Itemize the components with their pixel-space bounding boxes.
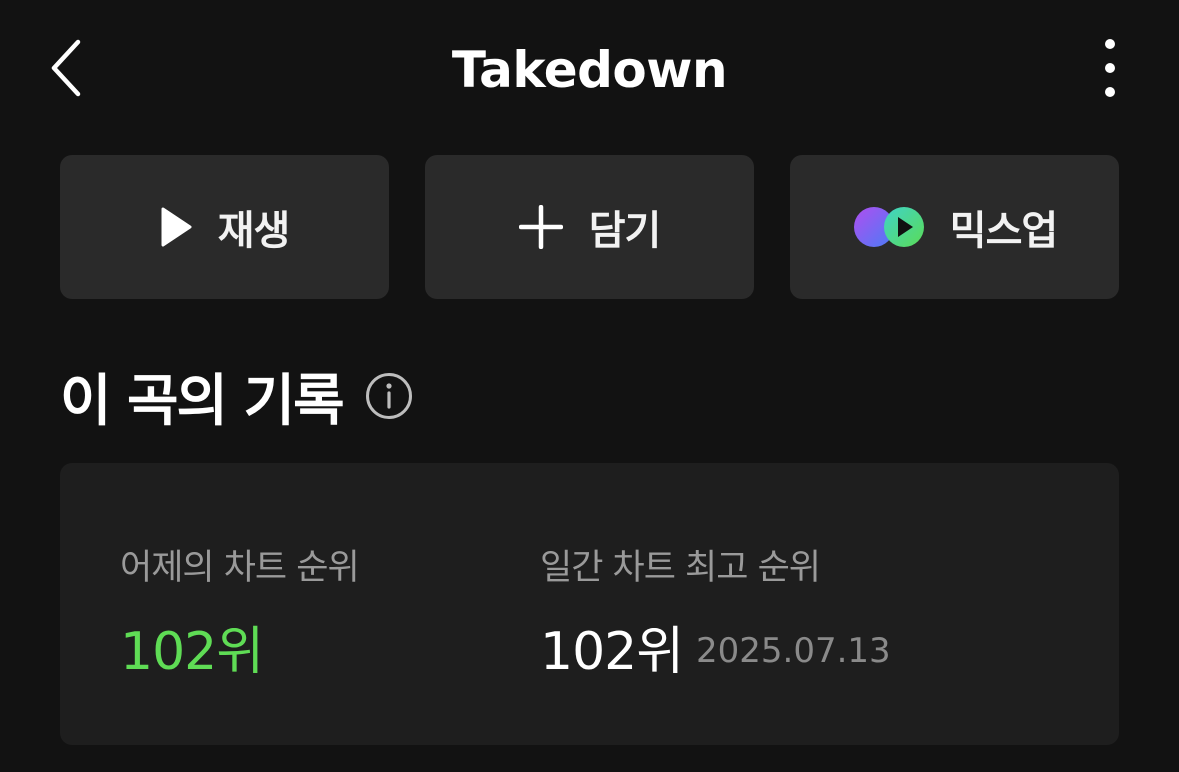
more-vertical-icon bbox=[1105, 39, 1115, 97]
mixup-button-label: 믹스업 bbox=[949, 208, 1058, 254]
section-title: 이 곡의 기록 bbox=[60, 368, 345, 434]
mixup-button[interactable]: 믹스업 bbox=[790, 155, 1119, 299]
action-buttons: 재생 담기 믹스업 bbox=[60, 155, 1119, 299]
page-title: Takedown bbox=[451, 41, 728, 99]
best-daily-rank-label: 일간 차트 최고 순위 bbox=[540, 548, 821, 588]
song-record-heading: 이 곡의 기록 bbox=[60, 356, 413, 436]
mixup-icon bbox=[853, 207, 924, 247]
add-to-playlist-button[interactable]: 담기 bbox=[425, 155, 754, 299]
chart-record-card: 어제의 차트 순위 102위 일간 차트 최고 순위 102위 2025.07.… bbox=[60, 463, 1119, 745]
play-button-label: 재생 bbox=[217, 208, 291, 254]
info-icon bbox=[365, 373, 412, 419]
info-button[interactable] bbox=[365, 372, 413, 420]
song-detail-page: Takedown 재생 담기 믹스업 이 곡의 기록 어제의 차트 순위 102… bbox=[0, 0, 1179, 772]
yesterday-rank-value: 102위 bbox=[120, 622, 264, 682]
plus-icon bbox=[518, 205, 563, 249]
add-button-label: 담기 bbox=[588, 208, 662, 254]
yesterday-rank-label: 어제의 차트 순위 bbox=[120, 548, 360, 588]
play-icon bbox=[161, 207, 192, 247]
best-rank-date: 2025.07.13 bbox=[696, 631, 891, 671]
best-daily-rank-value: 102위 bbox=[540, 622, 684, 682]
top-bar: Takedown bbox=[0, 0, 1179, 140]
more-button[interactable] bbox=[1086, 34, 1134, 102]
play-button[interactable]: 재생 bbox=[60, 155, 389, 299]
